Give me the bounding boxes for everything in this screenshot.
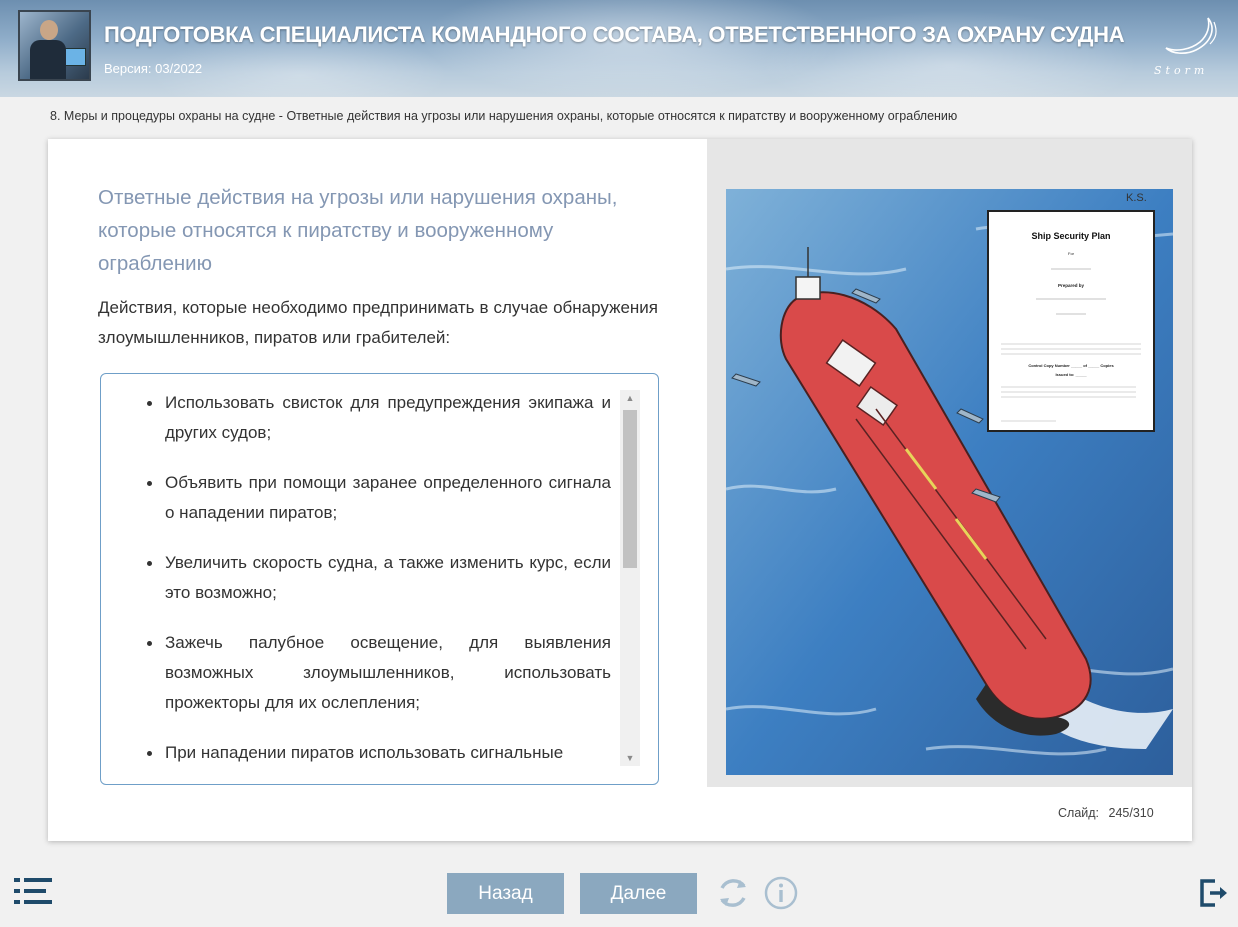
slide-counter-total: 310 [1132, 806, 1154, 820]
breadcrumb: 8. Меры и процедуры охраны на судне - От… [50, 109, 958, 123]
info-icon[interactable] [762, 874, 800, 912]
doc-for: For [1068, 251, 1075, 256]
avatar-body [30, 40, 66, 79]
ship-drawing: Ship Security Plan For Prepared by Contr… [726, 189, 1173, 775]
slide-counter-current: 245 [1108, 806, 1130, 820]
scroll-up-icon[interactable]: ▲ [620, 390, 640, 406]
list-item: Увеличить скорость судна, а также измени… [147, 548, 611, 608]
ship-illustration: Ship Security Plan For Prepared by Contr… [726, 189, 1173, 775]
header-bar: ПОДГОТОВКА СПЕЦИАЛИСТА КОМАНДНОГО СОСТАВ… [0, 0, 1238, 97]
slide-counter: Слайд: 245/310 [1058, 806, 1154, 820]
slide-intro: Действия, которые необходимо предпринима… [98, 298, 658, 347]
course-avatar [18, 10, 91, 81]
avatar-screen [64, 48, 86, 66]
image-panel: Ship Security Plan For Prepared by Contr… [707, 139, 1192, 787]
slide-title: Ответные действия на угрозы или нарушени… [98, 186, 618, 275]
list-item: Зажечь палубное освещение, для выявления… [147, 628, 611, 718]
list-item: При нападении пиратов использовать сигна… [147, 738, 611, 768]
doc-title: Ship Security Plan [1031, 231, 1110, 241]
slide-card: Ответные действия на угрозы или нарушени… [48, 139, 1192, 841]
back-button[interactable]: Назад [447, 873, 564, 914]
slide-counter-label: Слайд: [1058, 806, 1100, 820]
logo-text: Storm [1154, 64, 1208, 77]
avatar-head [40, 20, 58, 40]
list-item: Объявить при помощи заранее определенног… [147, 468, 611, 528]
next-button[interactable]: Далее [580, 873, 697, 914]
list-item: Использовать свисток для предупреждения … [147, 388, 611, 448]
menu-icon[interactable] [14, 878, 52, 904]
doc-prepared: Prepared by [1058, 283, 1085, 288]
bullet-list: Использовать свисток для предупреждения … [101, 388, 611, 784]
artist-signature: K.S. [1126, 192, 1147, 204]
exit-icon[interactable] [1199, 878, 1229, 908]
reload-icon[interactable] [714, 874, 752, 912]
storm-logo: Storm [1154, 17, 1217, 77]
course-title: ПОДГОТОВКА СПЕЦИАЛИСТА КОМАНДНОГО СОСТАВ… [104, 22, 1125, 47]
security-plan-document: Ship Security Plan For Prepared by Contr… [987, 210, 1155, 432]
bullet-list-box[interactable]: Использовать свисток для предупреждения … [100, 373, 659, 785]
course-version: Версия: 03/2022 [104, 61, 203, 76]
doc-control: Control Copy Number _____ of _____ Copie… [1028, 363, 1114, 368]
list-scrollbar[interactable]: ▲ ▼ [620, 390, 640, 766]
scroll-down-icon[interactable]: ▼ [620, 750, 640, 766]
scroll-thumb[interactable] [623, 410, 637, 568]
doc-issued: Issued to: _____ [1055, 372, 1087, 377]
